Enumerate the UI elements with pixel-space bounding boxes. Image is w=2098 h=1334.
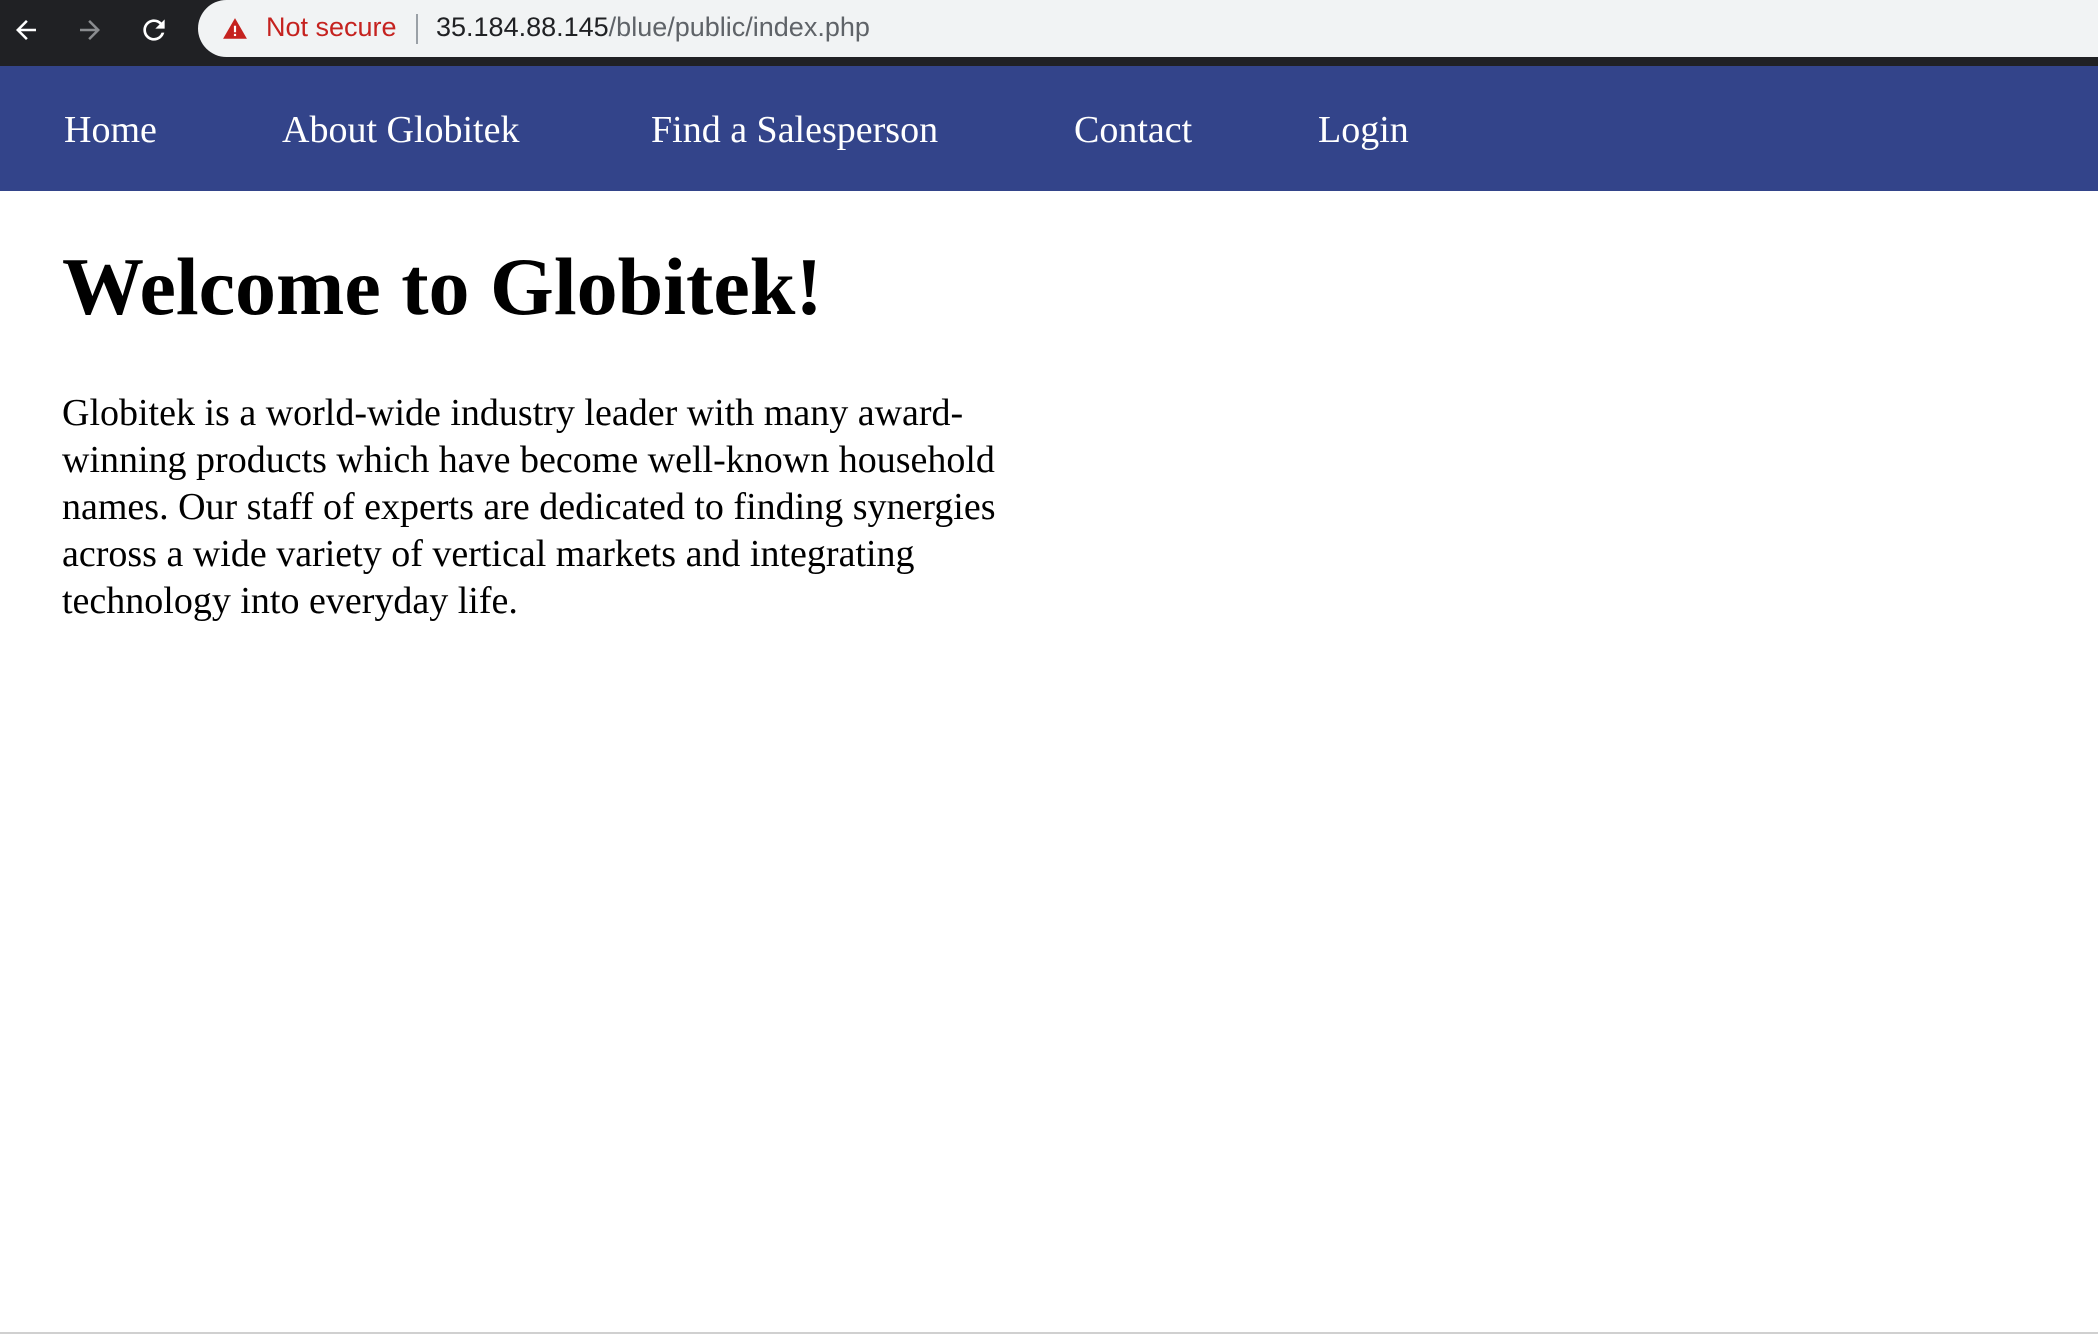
back-button[interactable] bbox=[4, 8, 48, 52]
nav-link-contact[interactable]: Contact bbox=[1074, 108, 1192, 152]
reload-icon bbox=[143, 19, 165, 41]
browser-toolbar: Not secure 35.184.88.145/blue/public/ind… bbox=[0, 0, 2098, 66]
forward-button[interactable] bbox=[68, 8, 112, 52]
reload-button[interactable] bbox=[132, 8, 176, 52]
nav-link-find-salesperson[interactable]: Find a Salesperson bbox=[651, 108, 938, 152]
page-title: Welcome to Globitek! bbox=[62, 241, 823, 332]
site-navigation: Home About Globitek Find a Salesperson C… bbox=[0, 66, 2098, 191]
url-host: 35.184.88.145 bbox=[436, 12, 609, 42]
security-status-label[interactable]: Not secure bbox=[266, 12, 397, 43]
nav-link-home[interactable]: Home bbox=[64, 108, 157, 152]
nav-link-login[interactable]: Login bbox=[1318, 108, 1409, 152]
url-text[interactable]: 35.184.88.145/blue/public/index.php bbox=[436, 12, 870, 43]
address-bar[interactable]: Not secure 35.184.88.145/blue/public/ind… bbox=[198, 0, 2098, 57]
arrow-right-icon bbox=[80, 20, 100, 40]
address-bar-divider bbox=[416, 14, 418, 44]
url-path: /blue/public/index.php bbox=[608, 12, 870, 42]
nav-link-about[interactable]: About Globitek bbox=[282, 108, 519, 152]
warning-triangle-icon[interactable] bbox=[222, 16, 248, 42]
intro-paragraph: Globitek is a world-wide industry leader… bbox=[62, 392, 996, 622]
arrow-left-icon bbox=[16, 20, 36, 40]
